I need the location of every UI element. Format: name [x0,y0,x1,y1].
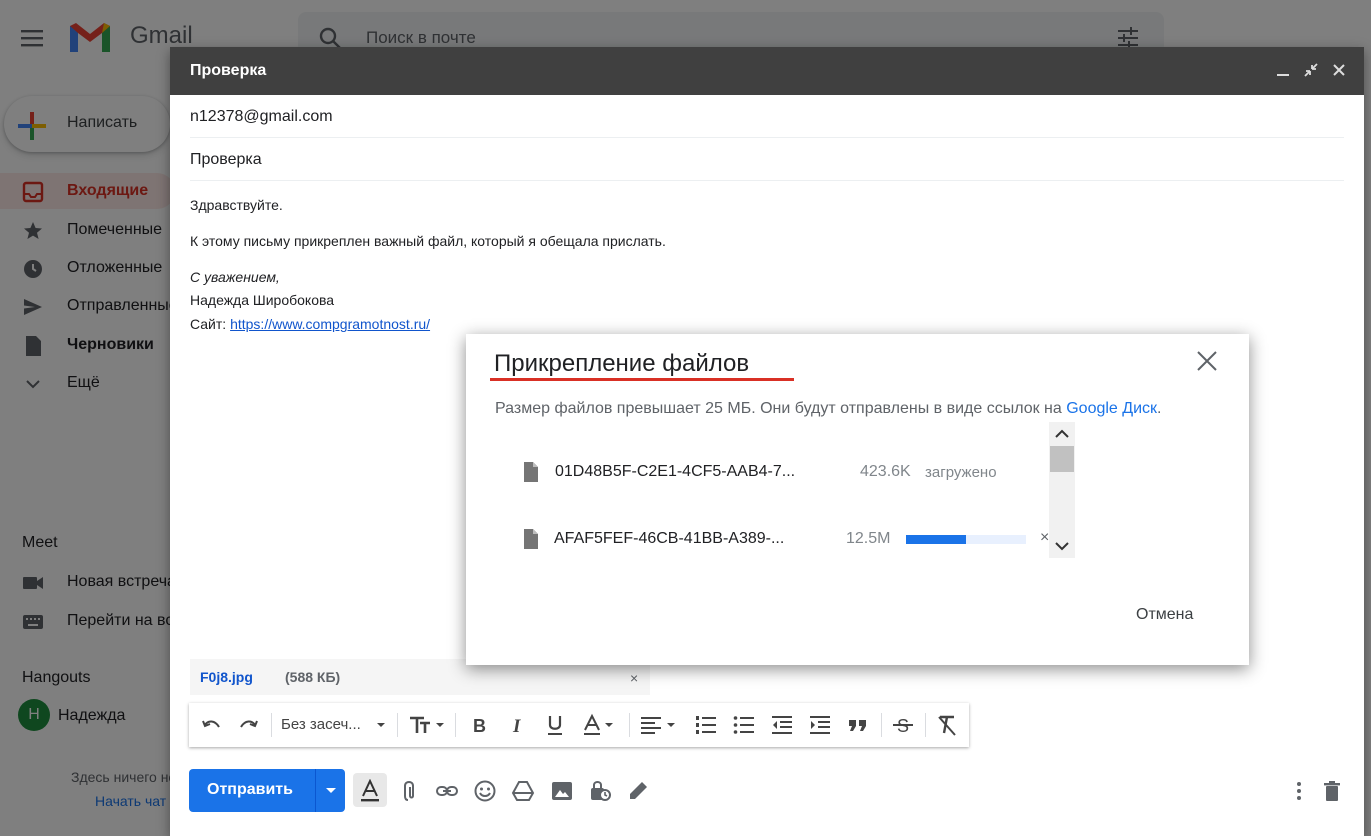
bold-icon[interactable]: B [467,713,491,737]
file-icon [524,529,538,549]
file-size: 423.6K [860,463,911,480]
caret-down-icon [326,788,336,793]
font-size-icon[interactable] [407,713,447,737]
insert-link-icon[interactable] [435,779,459,803]
google-drive-link[interactable]: Google Диск [1066,400,1157,417]
compose-title: Проверка [190,62,267,79]
body-site-line: Сайт: https://www.compgramotnost.ru/ [190,316,430,332]
recipient-value: n12378@gmail.com [190,108,333,125]
minimize-icon[interactable] [1274,61,1292,79]
compose-header: Проверка [170,47,1364,95]
confidential-mode-icon[interactable] [588,779,612,803]
svg-text:I: I [512,716,521,737]
body-signoff: С уважением, [190,269,280,285]
scroll-up-icon[interactable] [1054,426,1070,442]
delete-draft-icon[interactable] [1320,779,1344,803]
site-link[interactable]: https://www.compgramotnost.ru/ [230,316,430,332]
dialog-message-end: . [1157,400,1162,417]
clear-formatting-icon[interactable] [935,713,959,737]
send-button[interactable]: Отправить [189,769,315,812]
italic-icon[interactable]: I [505,713,529,737]
font-family-select[interactable]: Без засеч... [281,716,361,733]
body-line: К этому письму прикреплен важный файл, к… [190,233,666,249]
toolbar-divider [881,713,882,737]
body-greeting: Здравствуйте. [190,197,283,213]
redo-icon[interactable] [237,713,261,737]
file-status: загружено [925,464,997,481]
google-drive-icon[interactable] [511,779,535,803]
scrollbar-thumb[interactable] [1050,446,1074,472]
align-icon[interactable] [639,713,681,737]
exit-fullscreen-icon[interactable] [1302,61,1320,79]
send-button-label: Отправить [207,781,293,798]
upload-progress-bar [906,535,1026,544]
text-color-icon[interactable] [581,713,621,737]
svg-text:B: B [473,716,486,736]
close-icon[interactable] [1196,350,1218,372]
file-name: AFAF5FEF-46CB-41BB-A389-... [554,530,785,547]
scroll-down-icon[interactable] [1054,538,1070,554]
file-row: 01D48B5F-C2E1-4CF5-AAB4-7... 423.6K загр… [522,459,1052,487]
font-dropdown-icon[interactable] [375,713,387,737]
quote-icon[interactable] [846,713,870,737]
formatting-options-icon [361,779,379,802]
attach-file-icon[interactable] [397,779,421,803]
file-size: 12.5M [846,530,891,547]
dialog-message-text: Размер файлов превышает 25 МБ. Они будут… [495,400,1067,417]
attachment-name[interactable]: F0j8.jpg [200,669,253,685]
send-options-button[interactable] [315,769,345,812]
insert-photo-icon[interactable] [550,779,574,803]
attach-files-dialog: Прикрепление файлов Размер файлов превыш… [466,334,1249,665]
scrollbar[interactable] [1049,422,1075,558]
subject-value: Проверка [190,151,262,168]
close-icon[interactable] [1330,61,1348,79]
toolbar-divider [629,713,630,737]
numbered-list-icon[interactable] [694,713,718,737]
strikethrough-icon[interactable]: S [891,713,915,737]
signature-icon[interactable] [626,779,650,803]
underline-icon[interactable] [543,713,567,737]
formatting-toolbar: Без засеч... B I S [189,703,969,747]
toolbar-divider [397,713,398,737]
toolbar-divider [455,713,456,737]
file-icon [524,462,538,482]
upload-progress-fill [906,535,966,544]
more-options-icon[interactable] [1287,779,1311,803]
attachment-size: (588 КБ) [285,669,341,685]
body-signature-name: Надежда Широбокова [190,292,335,308]
recipients-field[interactable]: n12378@gmail.com [190,95,1344,138]
toolbar-divider [925,713,926,737]
emoji-icon[interactable] [473,779,497,803]
dialog-title: Прикрепление файлов [494,350,750,377]
site-label: Сайт: [190,316,231,332]
remove-attachment-button[interactable]: × [630,670,638,686]
toolbar-divider [271,713,272,737]
file-row: AFAF5FEF-46CB-41BB-A389-... 12.5M × [522,526,1052,554]
cancel-upload-button[interactable]: × [1040,529,1049,547]
subject-field[interactable]: Проверка [190,138,1344,181]
dialog-message: Размер файлов превышает 25 МБ. Они будут… [495,400,1162,418]
bulleted-list-icon[interactable] [732,713,756,737]
outdent-icon[interactable] [770,713,794,737]
cancel-button[interactable]: Отмена [1136,606,1193,624]
indent-icon[interactable] [808,713,832,737]
title-underline [490,378,794,381]
file-name: 01D48B5F-C2E1-4CF5-AAB4-7... [555,463,796,480]
undo-icon[interactable] [199,713,223,737]
